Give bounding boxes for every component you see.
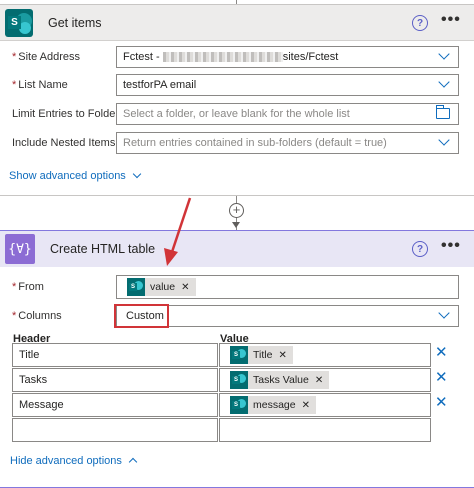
columns-label: * Columns	[12, 310, 62, 322]
more-options-icon[interactable]: •••	[441, 237, 461, 255]
help-icon[interactable]: ?	[412, 241, 428, 257]
columns-row: * Columns Custom	[0, 304, 474, 328]
tasks-value-token[interactable]: S Tasks Value ✕	[230, 371, 330, 389]
limit-folder-row: Limit Entries to Folder Select a folder,…	[0, 102, 474, 126]
help-icon[interactable]: ?	[412, 15, 428, 31]
delete-row-icon[interactable]: ✕	[435, 393, 448, 411]
from-row: * From S value ✕	[0, 275, 474, 299]
value-cell-message[interactable]: S message ✕	[219, 393, 431, 417]
title-token[interactable]: S Title ✕	[230, 346, 293, 364]
show-advanced-options-link[interactable]: Show advanced options	[9, 169, 142, 182]
header-cell-tasks[interactable]: Tasks	[12, 368, 218, 392]
folder-icon[interactable]	[435, 105, 450, 119]
nested-items-field[interactable]: Return entries contained in sub-folders …	[116, 132, 459, 154]
limit-folder-label: Limit Entries to Folder	[12, 108, 119, 120]
remove-token-icon[interactable]: ✕	[315, 375, 323, 386]
message-token[interactable]: S message ✕	[230, 396, 316, 414]
remove-token-icon[interactable]: ✕	[181, 282, 189, 293]
sharepoint-icon: S	[127, 278, 145, 296]
more-options-icon[interactable]: •••	[441, 11, 461, 29]
get-items-card: S Get items ? ••• * Site Address Fctest -…	[0, 4, 474, 196]
list-name-row: * List Name testforPA email	[0, 73, 474, 97]
delete-row-icon[interactable]: ✕	[435, 368, 448, 386]
chevron-down-icon[interactable]	[438, 48, 450, 60]
value-cell-tasks[interactable]: S Tasks Value ✕	[219, 368, 431, 392]
data-operation-icon: {∀}	[5, 234, 35, 264]
value-token[interactable]: S value ✕	[127, 278, 196, 296]
nested-items-label: Include Nested Items	[12, 137, 116, 149]
get-items-title: Get items	[48, 15, 102, 30]
sharepoint-icon: S	[230, 371, 248, 389]
header-cell-empty[interactable]	[12, 418, 218, 442]
sharepoint-icon: S	[230, 396, 248, 414]
hide-advanced-options-link[interactable]: Hide advanced options	[10, 455, 138, 467]
chevron-down-icon[interactable]	[438, 307, 450, 319]
list-name-label: * List Name	[12, 79, 68, 91]
limit-folder-field[interactable]: Select a folder, or leave blank for the …	[116, 103, 459, 125]
arrow-down-icon	[232, 222, 240, 228]
site-address-field[interactable]: Fctest - sites/Fctest	[116, 46, 459, 68]
value-cell-empty[interactable]	[219, 418, 431, 442]
from-label: * From	[12, 281, 44, 293]
redacted-url	[162, 52, 283, 63]
sharepoint-icon: S	[5, 8, 33, 37]
site-address-row: * Site Address Fctest - sites/Fctest	[0, 45, 474, 69]
chevron-up-icon	[128, 457, 138, 467]
remove-token-icon[interactable]: ✕	[278, 350, 286, 361]
create-html-table-title: Create HTML table	[50, 242, 156, 256]
chevron-down-icon	[132, 169, 142, 179]
add-step-button[interactable]: +	[229, 203, 244, 218]
sharepoint-icon: S	[230, 346, 248, 364]
header-cell-message[interactable]: Message	[12, 393, 218, 417]
site-address-label: * Site Address	[12, 51, 81, 63]
remove-token-icon[interactable]: ✕	[302, 400, 310, 411]
create-html-table-header[interactable]: {∀} Create HTML table ? •••	[0, 231, 474, 267]
from-field[interactable]: S value ✕	[116, 275, 459, 299]
chevron-down-icon[interactable]	[438, 76, 450, 88]
nested-items-row: Include Nested Items Return entries cont…	[0, 131, 474, 155]
value-cell-title[interactable]: S Title ✕	[219, 343, 431, 367]
chevron-down-icon[interactable]	[438, 134, 450, 146]
get-items-header[interactable]: S Get items ? •••	[0, 5, 474, 41]
columns-highlight-box	[114, 304, 169, 328]
delete-row-icon[interactable]: ✕	[435, 343, 448, 361]
header-cell-title[interactable]: Title	[12, 343, 218, 367]
create-html-table-card: {∀} Create HTML table ? ••• * From S valu…	[0, 230, 474, 488]
list-name-field[interactable]: testforPA email	[116, 74, 459, 96]
